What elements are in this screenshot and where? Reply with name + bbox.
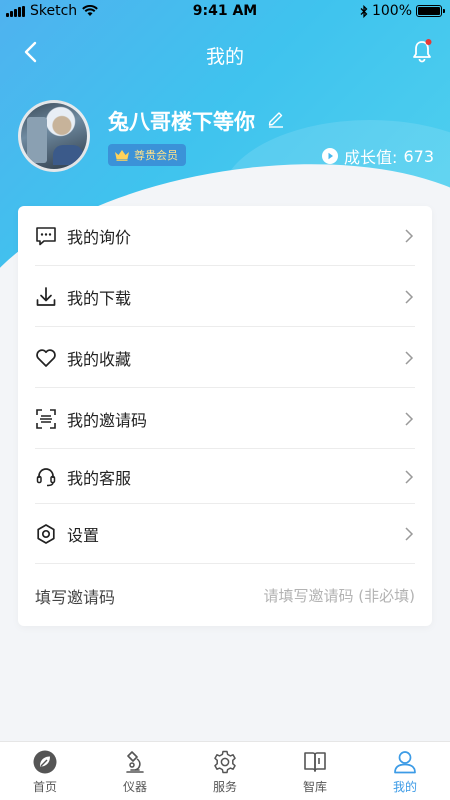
menu-item-customer-service[interactable]: 我的客服 xyxy=(35,450,415,504)
invite-code-input[interactable] xyxy=(145,587,415,605)
headset-icon xyxy=(36,467,56,486)
growth-label: 成长值: xyxy=(344,148,398,167)
tab-label: 服务 xyxy=(212,780,237,794)
tab-instruments[interactable]: 仪器 xyxy=(90,742,180,800)
carrier-label: Sketch xyxy=(30,3,78,19)
book-icon xyxy=(304,752,326,772)
wifi-icon xyxy=(82,5,98,16)
growth-value[interactable]: 成长值: 673 xyxy=(322,144,434,168)
tab-label: 首页 xyxy=(32,780,57,794)
signal-icon xyxy=(6,5,25,17)
battery-icon xyxy=(416,5,445,17)
status-right: 100% xyxy=(360,3,445,19)
page-title: 我的 xyxy=(205,46,244,68)
tab-label: 我的 xyxy=(392,780,417,794)
message-icon xyxy=(36,226,56,245)
tab-library[interactable]: 智库 xyxy=(270,742,360,800)
menu-item-label: 我的下载 xyxy=(67,288,132,308)
invite-code-row: 填写邀请码 xyxy=(35,566,415,626)
invite-code-label: 填写邀请码 xyxy=(35,588,116,607)
tab-label: 仪器 xyxy=(122,780,147,794)
vip-badge-label: 尊贵会员 xyxy=(134,149,178,162)
menu-item-label: 我的客服 xyxy=(67,468,132,488)
home-leaf-icon xyxy=(33,750,57,774)
microscope-icon xyxy=(126,751,144,773)
tab-mine[interactable]: 我的 xyxy=(360,742,450,800)
menu-item-favorites[interactable]: 我的收藏 xyxy=(35,328,415,388)
gear-icon xyxy=(214,750,236,774)
menu-item-label: 我的收藏 xyxy=(67,349,132,369)
menu-item-invite-code[interactable]: 我的邀请码 xyxy=(35,389,415,449)
back-icon[interactable] xyxy=(18,38,46,66)
chevron-right-icon xyxy=(405,228,414,243)
vip-badge: 尊贵会员 xyxy=(108,144,186,166)
heart-icon xyxy=(36,348,56,367)
user-icon xyxy=(394,751,416,774)
chevron-right-icon xyxy=(405,469,414,484)
bell-icon[interactable] xyxy=(410,38,434,64)
menu-item-label: 设置 xyxy=(67,525,100,545)
crown-icon xyxy=(115,150,129,161)
tab-services[interactable]: 服务 xyxy=(180,742,270,800)
menu-item-label: 我的邀请码 xyxy=(67,410,148,430)
chevron-right-icon xyxy=(405,289,414,304)
status-bar: Sketch 9:41 AM 100% xyxy=(0,0,450,24)
download-icon xyxy=(36,286,56,306)
scan-code-icon xyxy=(36,408,56,429)
menu-item-inquiry[interactable]: 我的询价 xyxy=(35,206,415,266)
status-left: Sketch xyxy=(6,3,98,19)
settings-icon xyxy=(37,523,55,544)
menu-item-settings[interactable]: 设置 xyxy=(35,504,415,564)
bluetooth-icon xyxy=(360,4,368,18)
growth-number: 673 xyxy=(403,146,434,166)
chevron-right-icon xyxy=(405,411,414,426)
chevron-right-icon xyxy=(405,350,414,365)
tab-label: 智库 xyxy=(302,780,327,794)
tab-bar: 首页 仪器 服务 智库 我的 xyxy=(0,741,450,800)
play-circle-icon xyxy=(322,148,339,164)
menu-card: 我的询价 我的下载 我的收藏 我的邀请码 我的客服 设置 填写邀请码 请填写邀请… xyxy=(18,206,432,626)
profile-section: 兔八哥楼下等你 尊贵会员 成长值: 673 xyxy=(0,96,450,186)
menu-item-download[interactable]: 我的下载 xyxy=(35,267,415,327)
edit-icon[interactable] xyxy=(266,108,286,128)
chevron-right-icon xyxy=(405,526,414,541)
avatar[interactable] xyxy=(18,100,90,172)
notification-dot xyxy=(425,39,432,45)
menu-item-label: 我的询价 xyxy=(67,227,132,247)
username: 兔八哥楼下等你 xyxy=(108,110,255,134)
battery-percent: 100% xyxy=(371,3,412,19)
tab-home[interactable]: 首页 xyxy=(0,742,90,800)
nav-bar: 我的 xyxy=(0,34,450,74)
